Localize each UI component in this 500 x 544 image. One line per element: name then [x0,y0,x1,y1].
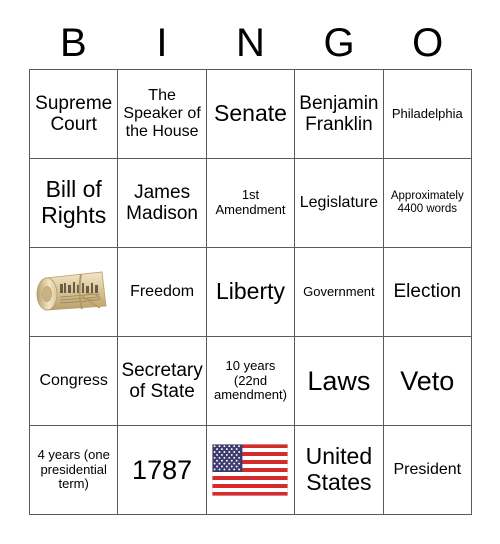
header-letter-g: G [323,21,355,65]
bingo-cell-label: Benjamin Franklin [299,92,379,135]
bingo-cell-label: Veto [400,365,455,396]
bingo-cell-r4-c2[interactable]: Secretary of State [118,337,207,426]
bingo-cell-label: Congress [39,372,108,390]
bingo-cell-label: Secretary of State [121,359,203,402]
bingo-cell-label: Supreme Court [35,92,113,135]
bingo-cell-r4-c1[interactable]: Congress [30,337,119,426]
bingo-cell-label: Election [393,281,462,303]
header-letter-o: O [412,21,444,65]
united-states-flag-icon [212,444,289,496]
bingo-cell-label: Senate [214,100,287,127]
bingo-cell-r3-c4[interactable]: Government [295,248,384,337]
bingo-cell-label: Bill of Rights [41,176,107,228]
header-letter-n: N [236,21,265,65]
bingo-cell-r5-c3[interactable] [206,426,296,515]
bingo-cell-label: United States [305,443,373,495]
bingo-cell-label: Approximately 4400 words [390,190,464,215]
bingo-cell-label: Government [303,283,375,299]
bingo-cell-r1-c3[interactable]: Senate [206,70,296,159]
bingo-cell-r2-c2[interactable]: James Madison [118,159,207,248]
bingo-cell-label: Laws [307,365,371,396]
bingo-cell-r4-c4[interactable]: Laws [295,337,384,426]
bingo-cell-label: 1787 [132,454,193,485]
bingo-header: B I N G O [29,17,472,69]
bingo-grid: Supreme Court The Speaker of the House Sen… [29,69,472,515]
bingo-cell-label: The Speaker of the House [123,87,201,140]
bingo-cell-label: James Madison [126,181,198,224]
bingo-cell-r2-c4[interactable]: Legislature [295,159,384,248]
bingo-cell-r3-c2[interactable]: Freedom [118,248,207,337]
bingo-cell-r2-c3[interactable]: 1st Amendment [206,159,296,248]
bingo-cell-label: Freedom [130,283,195,301]
bingo-cell-r4-c5[interactable]: Veto [383,337,472,426]
bingo-cell-r3-c1[interactable] [30,248,119,337]
bingo-cell-r3-c3[interactable]: Liberty [206,248,296,337]
bingo-card: B I N G O Supreme Court The Speaker of th… [0,0,500,544]
bingo-cell-r5-c2[interactable]: 1787 [118,426,207,515]
bingo-cell-label: 1st Amendment [215,187,286,217]
bingo-cell-r5-c4[interactable]: United States [295,426,384,515]
bingo-cell-r1-c5[interactable]: Philadelphia [383,70,472,159]
bingo-cell-r5-c1[interactable]: 4 years (one presidential term) [30,426,119,515]
bingo-cell-r4-c3[interactable]: 10 years (22nd amendment) [206,337,296,426]
bingo-cell-label: 4 years (one presidential term) [37,447,110,492]
bingo-cell-r1-c1[interactable]: Supreme Court [30,70,119,159]
bingo-cell-r1-c2[interactable]: The Speaker of the House [118,70,207,159]
bingo-cell-r1-c4[interactable]: Benjamin Franklin [295,70,384,159]
rolled-parchment-scroll-icon [36,271,107,311]
bingo-cell-r2-c1[interactable]: Bill of Rights [30,159,119,248]
header-letter-b: B [59,21,87,65]
bingo-cell-r2-c5[interactable]: Approximately 4400 words [383,159,472,248]
bingo-cell-r3-c5[interactable]: Election [383,248,472,337]
bingo-cell-label: Liberty [215,278,286,305]
bingo-cell-label: Philadelphia [391,105,463,121]
bingo-cell-label: President [393,461,462,479]
header-letter-i: I [156,21,168,65]
bingo-cell-r5-c5[interactable]: President [383,426,472,515]
bingo-cell-label: Legislature [299,194,379,212]
bingo-cell-label: 10 years (22nd amendment) [214,358,287,403]
